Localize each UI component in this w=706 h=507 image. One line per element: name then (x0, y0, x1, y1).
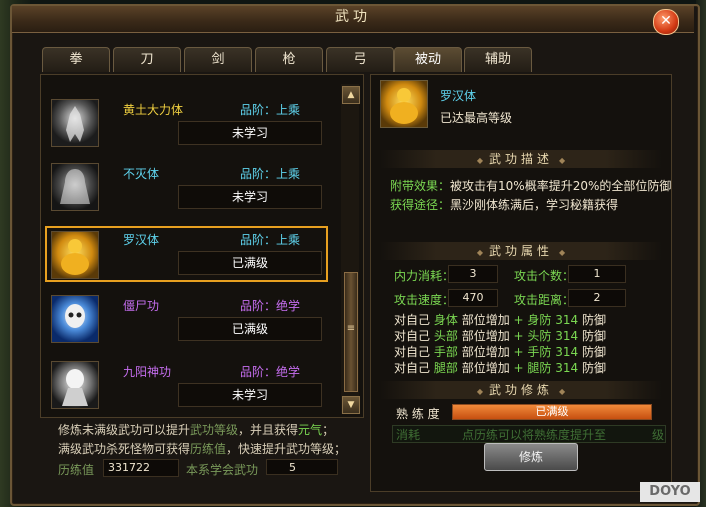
exp-value: 331722 (103, 459, 179, 477)
buff-line-hand: 对自己 手部 部位增加 + 手防 314 防御 (394, 345, 607, 359)
skill-grade: 品阶：上乘 (240, 167, 301, 181)
skill-name: 九阳神功 (123, 365, 172, 379)
desc-section-header: 武功描述 (380, 150, 662, 168)
targets-label: 攻击个数： (514, 269, 575, 283)
range-value: 2 (568, 289, 626, 307)
tab-blade[interactable]: 刀 (113, 47, 181, 72)
skill-item-bumie[interactable]: 不灭体 品阶：上乘 未学习 (45, 160, 328, 218)
footer-hint-line2: 满级武功杀死怪物可获得历练值，快速提升武功等级； (58, 442, 347, 456)
window-title: 武功 (335, 9, 371, 25)
scroll-grip-icon: ≡ (346, 323, 356, 334)
skill-status: 未学习 (178, 121, 322, 145)
proficiency-bar: 已满级 (452, 404, 652, 420)
skill-name: 不灭体 (123, 167, 160, 181)
skill-status: 未学习 (178, 185, 322, 209)
attr-section-header: 武功属性 (380, 242, 662, 260)
exp-label: 历练值 (58, 463, 95, 477)
skeleton-mage-icon (51, 361, 99, 409)
skill-name: 罗汉体 (123, 233, 160, 247)
learned-count-label: 本系学会武功 (186, 463, 259, 477)
scroll-thumb[interactable]: ≡ (344, 272, 358, 392)
skill-grade: 品阶：绝学 (240, 365, 301, 379)
golden-buddha-icon (380, 80, 428, 128)
mp-cost-label: 内力消耗： (394, 269, 455, 283)
footer-hint-line1: 修炼未满级武功可以提升武功等级，并且获得元气； (58, 423, 335, 437)
detail-level-text: 已达最高等级 (440, 111, 513, 125)
tab-support[interactable]: 辅助 (464, 47, 532, 72)
consume-label: 消耗 (396, 428, 421, 442)
learned-count-value: 5 (266, 459, 338, 475)
close-icon[interactable]: ✕ (653, 9, 679, 35)
skill-status: 已满级 (178, 251, 322, 275)
scroll-down-icon[interactable]: ▼ (342, 396, 360, 414)
skill-item-jiangshi[interactable]: 僵尸功 品阶：绝学 已满级 (45, 292, 328, 350)
tab-spear[interactable]: 枪 (255, 47, 323, 72)
zombie-skull-icon (51, 295, 99, 343)
train-button[interactable]: 修炼 (484, 443, 578, 471)
skill-name: 僵尸功 (123, 299, 160, 313)
skill-item-huangtu[interactable]: 黄土大力体 品阶：上乘 未学习 (45, 96, 328, 154)
skill-name: 黄土大力体 (123, 103, 184, 117)
tab-bow[interactable]: 弓 (326, 47, 394, 72)
consume-unit: 级 (652, 428, 665, 442)
watermark: DOYO (640, 482, 700, 502)
detail-skill-name: 罗汉体 (440, 89, 477, 103)
speed-label: 攻击速度： (394, 293, 455, 307)
targets-value: 1 (568, 265, 626, 283)
effect-line: 附带效果：被攻击有10%概率提升20%的全部位防御 (390, 179, 672, 193)
skill-grade: 品阶：绝学 (240, 299, 301, 313)
golden-buddha-icon (51, 231, 99, 279)
speed-value: 470 (448, 289, 498, 307)
skill-grade: 品阶：上乘 (240, 103, 301, 117)
buff-line-leg: 对自己 腿部 部位增加 + 腿防 314 防御 (394, 361, 607, 375)
skill-item-luohan[interactable]: 罗汉体 品阶：上乘 已满级 (45, 226, 328, 282)
skill-grade: 品阶：上乘 (240, 233, 301, 247)
tab-sword[interactable]: 剑 (184, 47, 252, 72)
proficiency-label: 熟 练 度 (396, 407, 440, 421)
skill-status: 已满级 (178, 317, 322, 341)
buff-line-body: 对自己 身体 部位增加 + 身防 314 防御 (394, 313, 607, 327)
ghost-figure-icon (51, 163, 99, 211)
source-line: 获得途径：黑沙刚体练满后，学习秘籍获得 (390, 198, 619, 212)
skill-status: 未学习 (178, 383, 322, 407)
range-label: 攻击距离： (514, 293, 575, 307)
mp-cost-value: 3 (448, 265, 498, 283)
warrior-stance-icon (51, 99, 99, 147)
train-section-header: 武功修炼 (380, 381, 662, 399)
tab-passive[interactable]: 被动 (394, 47, 462, 72)
consume-hint: 点历练可以将熟练度提升至 (462, 428, 607, 442)
scroll-up-icon[interactable]: ▲ (342, 86, 360, 104)
skill-item-jiuyang[interactable]: 九阳神功 品阶：绝学 未学习 (45, 358, 328, 416)
tab-fist[interactable]: 拳 (42, 47, 110, 72)
buff-line-head: 对自己 头部 部位增加 + 头防 314 防御 (394, 329, 607, 343)
